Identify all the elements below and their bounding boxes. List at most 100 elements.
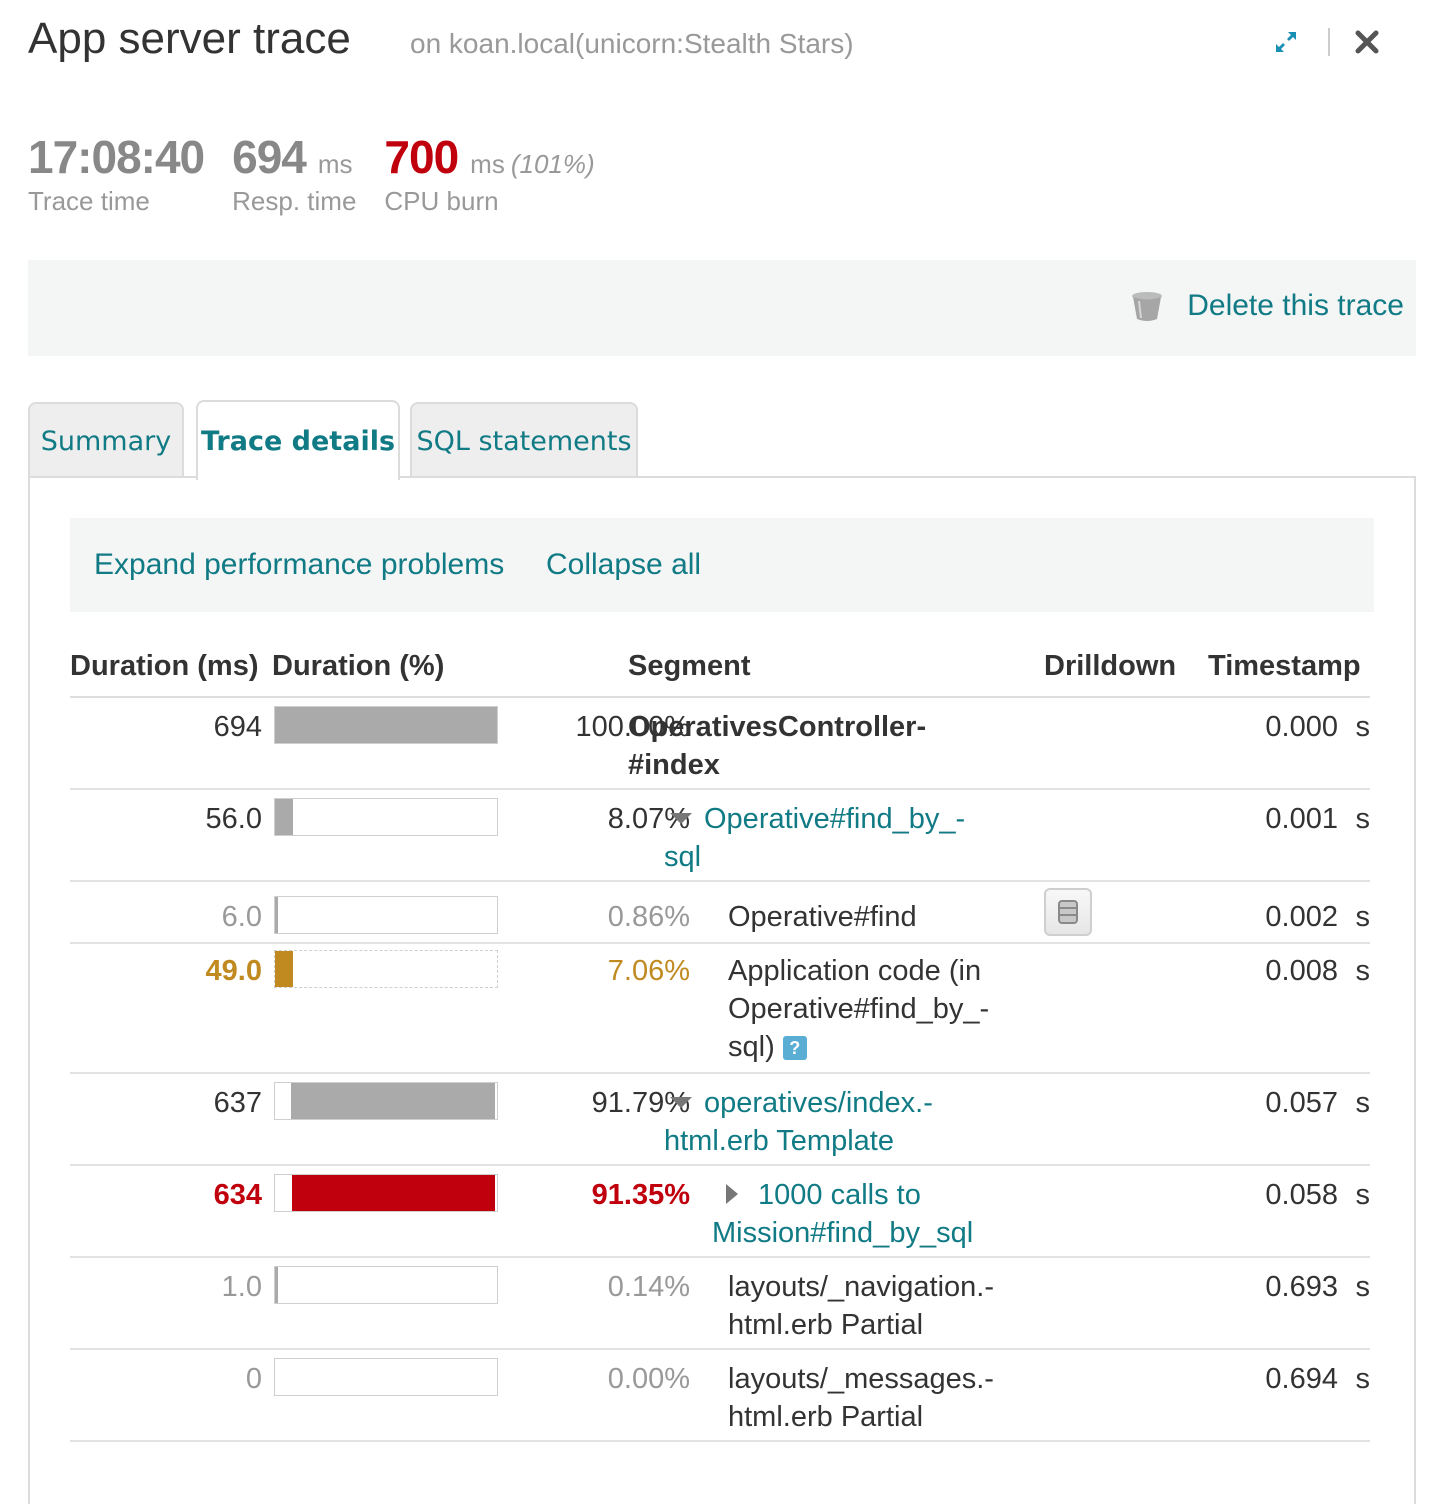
- collapse-triangle-icon[interactable]: [670, 812, 692, 824]
- segment-name: layouts/_navigation.- html.erb Partial: [728, 1268, 994, 1344]
- segment-link[interactable]: 1000 calls to Mission#find_by_sql: [712, 1176, 973, 1252]
- row-timestamp: 0.693: [1265, 1271, 1338, 1303]
- database-icon: [1058, 900, 1078, 924]
- duration-bar-fill: [275, 897, 278, 933]
- segment-name: Operative#find: [728, 898, 917, 936]
- cpu-burn-percent: (101%): [510, 149, 595, 179]
- row-percent: 0.14%: [607, 1271, 690, 1303]
- segment-line: Application code (in: [728, 955, 982, 987]
- window-controls: [1270, 22, 1382, 62]
- help-icon[interactable]: ?: [782, 1036, 807, 1061]
- col-timestamp: Timestamp: [1208, 650, 1361, 682]
- duration-bar: [274, 798, 498, 836]
- close-icon[interactable]: [1352, 27, 1382, 57]
- resp-time-unit: ms: [317, 149, 353, 179]
- table-row: 6.0 0.86% Operative#find 0.002 s: [70, 882, 1370, 944]
- row-duration: 637: [213, 1087, 262, 1119]
- duration-bar: [274, 706, 498, 744]
- duration-bar: [274, 1174, 498, 1212]
- segment-name: OperativesController- #index: [628, 708, 926, 784]
- row-timestamp-unit: s: [1355, 1363, 1371, 1395]
- segment-line: layouts/_navigation.-: [728, 1271, 994, 1303]
- duration-bar-fill: [275, 1267, 278, 1303]
- trace-time-label: Trace time: [28, 186, 150, 216]
- tab-sql-statements[interactable]: SQL statements: [410, 402, 638, 478]
- row-timestamp-unit: s: [1355, 1271, 1371, 1303]
- duration-bar-fill: [275, 951, 293, 987]
- col-duration-ms: Duration (ms): [70, 650, 259, 682]
- segment-line: Operative#find_by_-: [704, 803, 966, 835]
- row-percent: 91.35%: [591, 1179, 690, 1211]
- cpu-burn-label: CPU burn: [384, 186, 499, 216]
- tab-trace-details[interactable]: Trace details: [196, 400, 400, 480]
- metric-trace-time: 17:08:40 Trace time: [28, 130, 205, 217]
- delete-trace-button[interactable]: Delete this trace: [1129, 288, 1404, 324]
- expand-problems-link[interactable]: Expand performance problems: [94, 548, 504, 582]
- segment-line: OperativesController-: [628, 711, 927, 743]
- resp-time-value: 694: [232, 131, 307, 183]
- row-timestamp-unit: s: [1355, 803, 1371, 835]
- delete-trace-label: Delete this trace: [1187, 289, 1404, 322]
- host-subtitle: on koan.local(unicorn:Stealth Stars): [410, 28, 854, 59]
- col-duration-pct: Duration (%): [272, 650, 445, 682]
- table-row: 634 91.35% 1000 calls to Mission#find_by…: [70, 1166, 1370, 1258]
- row-timestamp-unit: s: [1355, 955, 1371, 987]
- row-duration: 49.0: [205, 955, 262, 987]
- resp-time-label: Resp. time: [232, 186, 357, 216]
- duration-bar-fill: [275, 799, 293, 835]
- row-timestamp-unit: s: [1355, 901, 1371, 933]
- trace-window: App server trace on koan.local(unicorn:S…: [0, 0, 1442, 1504]
- expand-icon[interactable]: [1270, 26, 1302, 58]
- trace-time-value: 17:08:40: [28, 131, 205, 183]
- segment-line: html.erb Partial: [728, 1401, 924, 1433]
- duration-bar: [274, 950, 498, 988]
- duration-bar: [274, 1082, 498, 1120]
- segment-line: html.erb Partial: [728, 1309, 924, 1341]
- row-timestamp: 0.002: [1265, 901, 1338, 933]
- row-percent: 0.86%: [607, 901, 690, 933]
- tab-summary[interactable]: Summary: [28, 402, 184, 478]
- segment-line: sql): [728, 1031, 775, 1063]
- row-duration: 634: [213, 1179, 262, 1211]
- collapse-triangle-icon[interactable]: [670, 1096, 692, 1108]
- row-duration: 56.0: [205, 803, 262, 835]
- segment-line: Operative#find_by_-: [728, 993, 990, 1025]
- database-drilldown-button[interactable]: [1044, 888, 1092, 936]
- segment-link[interactable]: operatives/index.- html.erb Template: [664, 1084, 933, 1160]
- row-timestamp-unit: s: [1355, 711, 1371, 743]
- page-title: App server trace: [28, 14, 351, 63]
- row-duration: 0: [245, 1363, 262, 1395]
- row-timestamp: 0.008: [1265, 955, 1338, 987]
- metric-resp-time: 694 ms Resp. time: [232, 130, 356, 217]
- table-row: 56.0 8.07% Operative#find_by_- sql 0.001…: [70, 790, 1370, 882]
- table-row: 637 91.79% operatives/index.- html.erb T…: [70, 1074, 1370, 1166]
- row-duration: 6.0: [221, 901, 262, 933]
- expand-triangle-icon[interactable]: [726, 1184, 738, 1205]
- col-drilldown: Drilldown: [1044, 650, 1177, 682]
- segment-line: layouts/_messages.-: [728, 1363, 994, 1395]
- metric-cpu-burn: 700 ms (101%) CPU burn: [384, 130, 594, 217]
- duration-bar: [274, 1358, 498, 1396]
- segment-line: Mission#find_by_sql: [712, 1217, 974, 1249]
- segment-line: 1000 calls to: [758, 1179, 921, 1211]
- duration-bar: [274, 1266, 498, 1304]
- header-divider: [1328, 28, 1330, 56]
- row-timestamp: 0.694: [1265, 1363, 1338, 1395]
- trash-icon: [1132, 292, 1163, 321]
- segment-link[interactable]: Operative#find_by_- sql: [664, 800, 965, 876]
- duration-bar-fill: [275, 707, 497, 743]
- collapse-all-link[interactable]: Collapse all: [546, 548, 701, 582]
- col-segment: Segment: [628, 650, 751, 682]
- row-timestamp: 0.001: [1265, 803, 1338, 835]
- row-timestamp: 0.000: [1265, 711, 1338, 743]
- table-row: 694 100.00% OperativesController- #index…: [70, 698, 1370, 790]
- row-timestamp-unit: s: [1355, 1179, 1371, 1211]
- row-timestamp: 0.058: [1265, 1179, 1338, 1211]
- table-row: 49.0 7.06% Application code (in Operativ…: [70, 944, 1370, 1074]
- row-percent: 7.06%: [607, 955, 690, 987]
- cpu-burn-value: 700: [384, 131, 459, 183]
- table-row: 1.0 0.14% layouts/_navigation.- html.erb…: [70, 1258, 1370, 1350]
- segment-name: Application code (in Operative#find_by_-…: [728, 952, 989, 1066]
- row-timestamp: 0.057: [1265, 1087, 1338, 1119]
- duration-bar: [274, 896, 498, 934]
